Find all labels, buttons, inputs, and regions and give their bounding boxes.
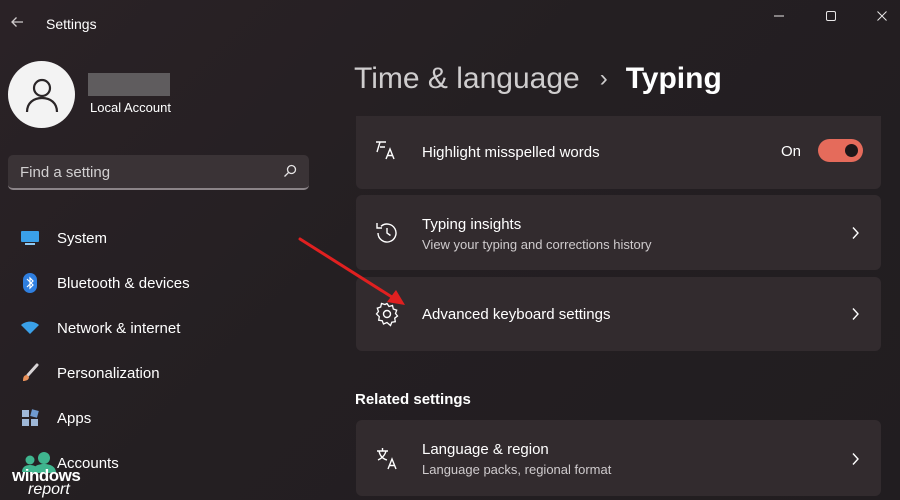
avatar[interactable]	[8, 61, 75, 128]
display-icon	[19, 227, 41, 249]
minimize-icon	[774, 15, 784, 17]
annotation-arrow-icon	[298, 237, 405, 305]
advanced-keyboard-card[interactable]: Advanced keyboard settings	[356, 277, 881, 351]
typing-insights-subtitle: View your typing and corrections history	[422, 237, 652, 252]
sidebar-item-apps[interactable]: Apps	[10, 399, 310, 437]
wifi-icon	[19, 317, 41, 339]
user-name-redacted	[88, 73, 170, 96]
related-settings-header: Related settings	[355, 391, 471, 408]
title-bar: Settings	[0, 0, 900, 48]
sidebar-item-label: System	[57, 229, 108, 247]
sidebar-item-bluetooth[interactable]: Bluetooth & devices	[10, 264, 310, 302]
highlight-misspelled-title: Highlight misspelled words	[422, 144, 600, 161]
sidebar-item-system[interactable]: System	[10, 219, 310, 257]
page-title: Typing	[625, 62, 722, 95]
toggle-state-label: On	[781, 143, 802, 160]
highlight-misspelled-card: Highlight misspelled words On	[356, 116, 881, 189]
language-icon	[374, 445, 400, 471]
sidebar-item-label: Bluetooth & devices	[57, 274, 190, 292]
breadcrumb: Time & language › Typing	[354, 62, 722, 96]
language-region-card[interactable]: Language & region Language packs, region…	[356, 420, 881, 496]
highlight-misspelled-toggle[interactable]	[818, 139, 863, 162]
typing-insights-card[interactable]: Typing insights View your typing and cor…	[356, 195, 881, 270]
typing-insights-title: Typing insights	[422, 216, 522, 233]
watermark-logo: windows report	[10, 451, 98, 500]
search-input[interactable]: Find a setting	[8, 155, 309, 190]
chevron-right-icon	[847, 306, 863, 322]
toggle-knob	[845, 144, 858, 157]
sidebar-item-personalization[interactable]: Personalization	[10, 354, 310, 392]
breadcrumb-separator: ›	[599, 65, 608, 92]
sidebar-item-label: Personalization	[57, 364, 160, 382]
maximize-icon	[826, 11, 836, 21]
sidebar-item-label: Apps	[57, 409, 92, 427]
account-type: Local Account	[90, 100, 171, 115]
maximize-button[interactable]	[808, 4, 854, 28]
person-icon	[25, 78, 58, 112]
close-icon	[877, 11, 887, 21]
minimize-button[interactable]	[756, 4, 802, 28]
watermark-line2: report	[28, 481, 70, 498]
chevron-right-icon	[847, 225, 863, 241]
spellcheck-icon	[374, 138, 400, 164]
bluetooth-icon	[19, 272, 41, 294]
apps-icon	[19, 407, 41, 429]
search-icon[interactable]	[283, 164, 297, 178]
app-title: Settings	[46, 16, 97, 32]
advanced-keyboard-title: Advanced keyboard settings	[422, 306, 611, 323]
sidebar-item-network[interactable]: Network & internet	[10, 309, 310, 347]
back-button[interactable]	[6, 10, 28, 34]
language-region-title: Language & region	[422, 441, 549, 458]
breadcrumb-parent[interactable]: Time & language	[354, 62, 580, 96]
chevron-right-icon	[847, 451, 863, 467]
language-region-subtitle: Language packs, regional format	[422, 462, 612, 477]
sidebar-item-label: Network & internet	[57, 319, 181, 337]
search-placeholder: Find a setting	[20, 164, 111, 181]
back-arrow-icon	[11, 17, 23, 27]
brush-icon	[19, 362, 41, 384]
close-button[interactable]	[859, 4, 900, 28]
